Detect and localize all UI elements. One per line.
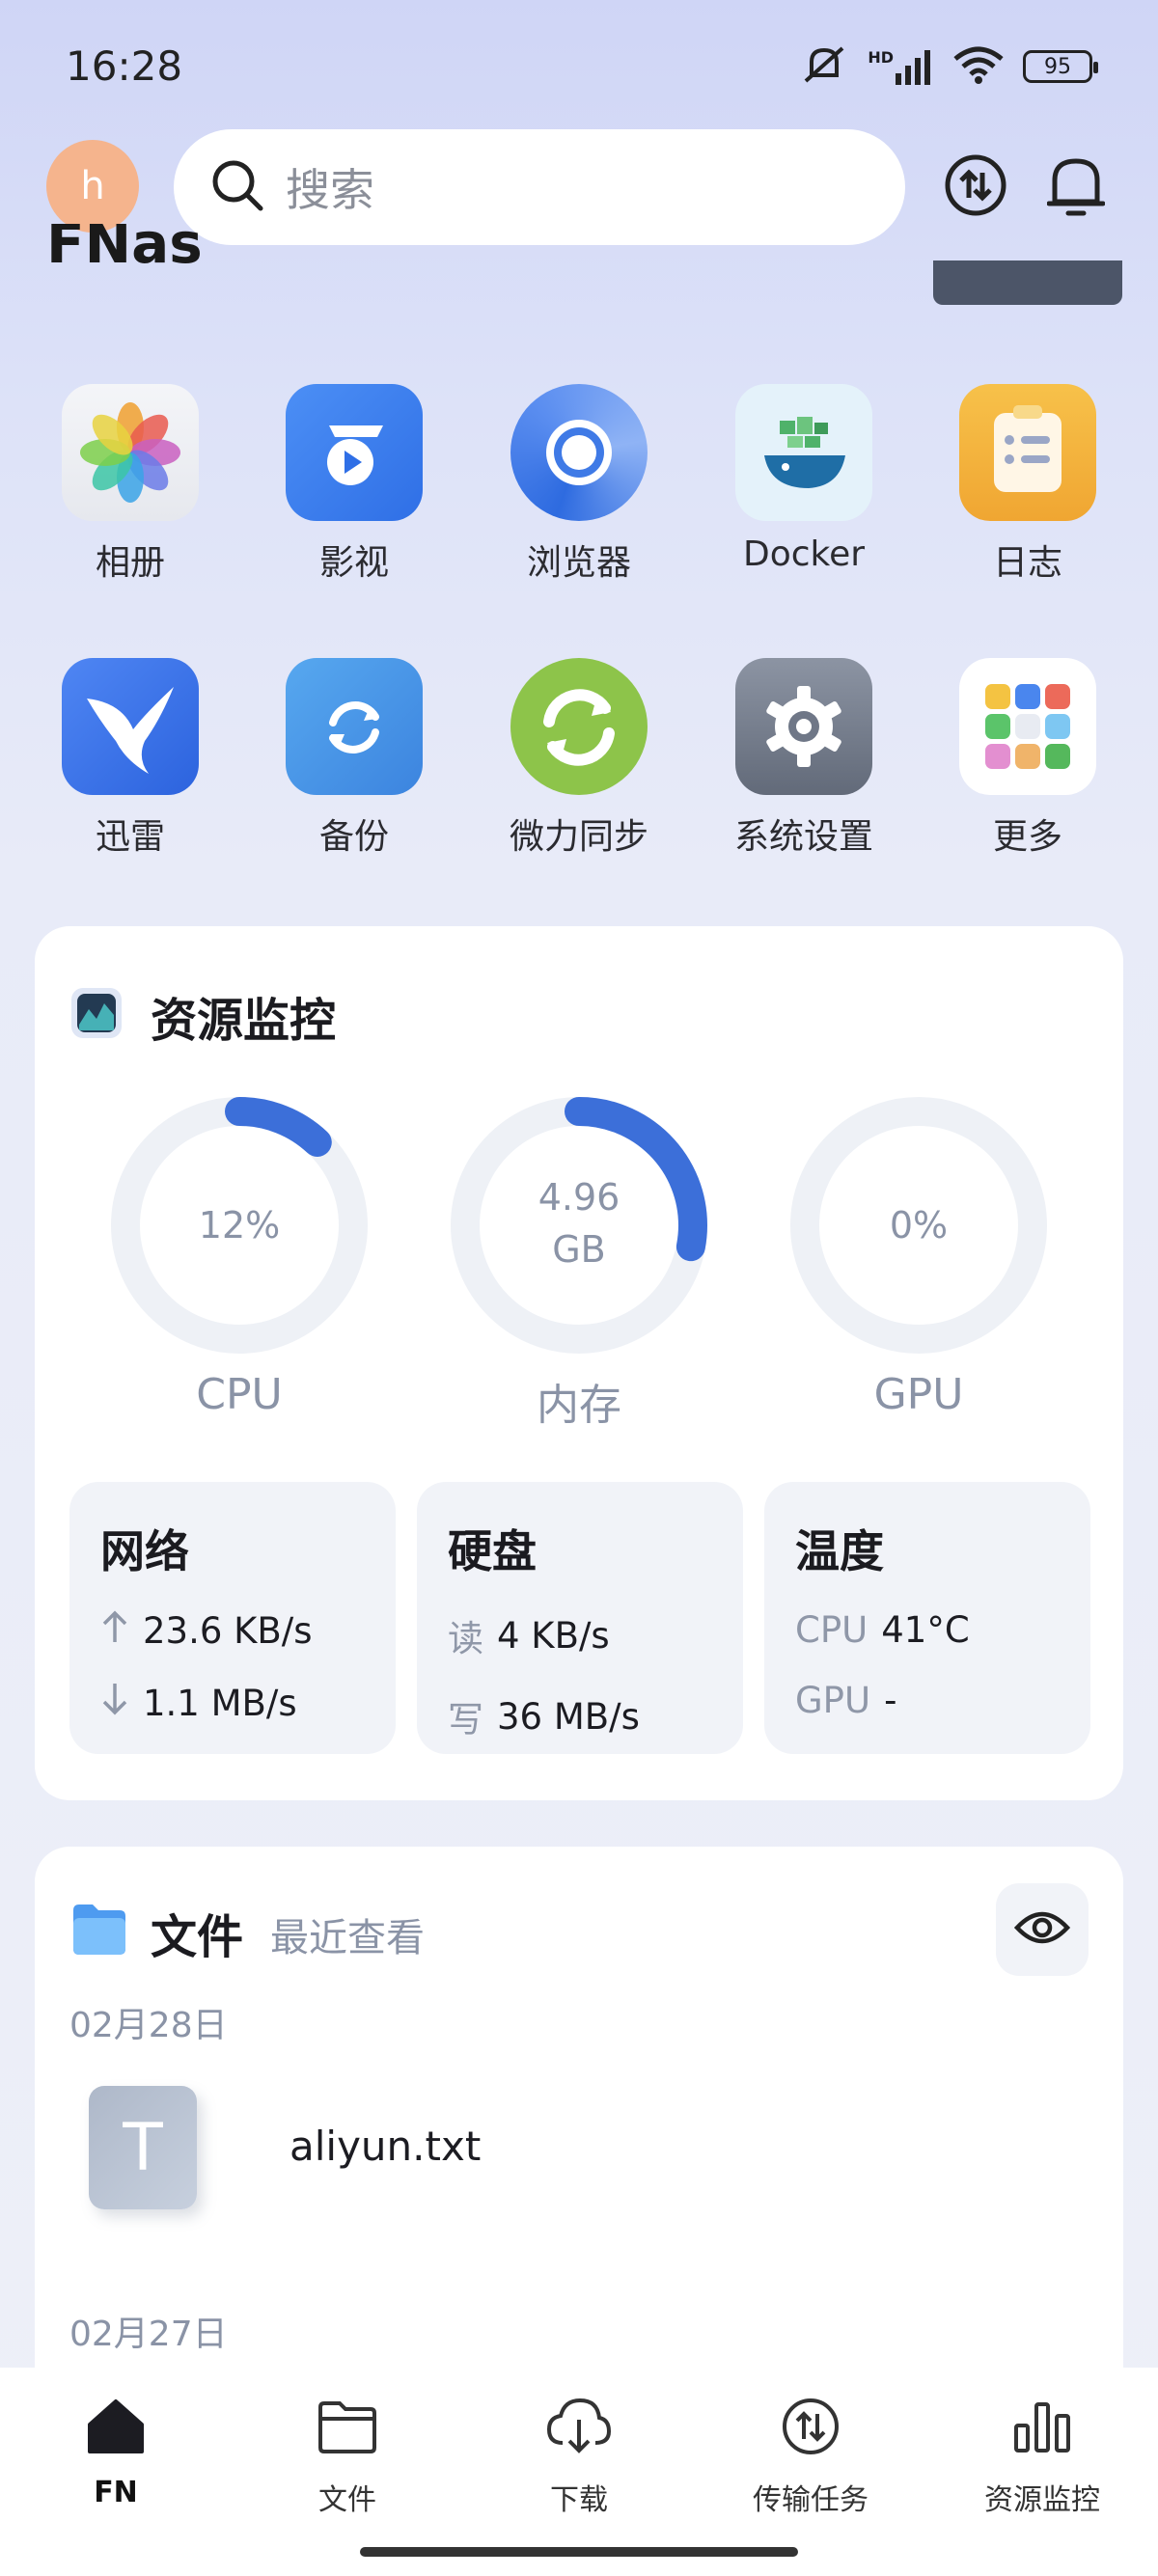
app-label: 微力同步 <box>509 817 648 857</box>
transfer-button[interactable] <box>944 152 1007 222</box>
docker-icon <box>735 384 872 521</box>
app-settings[interactable]: 系统设置 <box>717 658 891 859</box>
nav-monitor[interactable]: 资源监控 <box>926 2393 1158 2518</box>
cpu-value: 12% <box>198 1204 281 1247</box>
sync-icon <box>510 658 648 795</box>
files-card[interactable]: 文件 最近查看 02月28日 T aliyun.txt 02月27日 <box>35 1847 1123 2445</box>
temperature-title: 温度 <box>795 1525 884 1577</box>
app-label: 迅雷 <box>95 817 165 857</box>
folder-icon <box>232 2393 463 2460</box>
eye-icon <box>1013 1908 1071 1951</box>
gpu-value: 0% <box>889 1204 949 1247</box>
network-upload: 23.6 KB/s <box>100 1609 365 1653</box>
app-docker[interactable]: Docker <box>717 384 891 574</box>
thunder-icon <box>62 658 199 795</box>
mute-icon <box>800 42 848 91</box>
app-backup[interactable]: 备份 <box>267 658 441 859</box>
bottom-navigation: FN 文件 下载 传输任务 资源监控 <box>0 2368 1158 2576</box>
photos-icon <box>62 384 199 521</box>
gpu-label: GPU <box>873 1370 964 1419</box>
status-icons: HD 95 <box>800 42 1098 91</box>
nav-files[interactable]: 文件 <box>232 2393 463 2518</box>
battery-icon: 95 <box>1023 50 1098 83</box>
date-group-label: 02月27日 <box>69 2315 228 2354</box>
disk-read: 读 4 KB/s <box>448 1614 610 1660</box>
app-video[interactable]: 影视 <box>267 384 441 585</box>
video-icon <box>286 384 423 521</box>
gpu-gauge: 0% GPU <box>774 1090 1063 1419</box>
text-file-icon: T <box>89 2086 197 2209</box>
network-download: 1.1 MB/s <box>100 1682 365 1725</box>
page-title: FNas <box>46 224 203 272</box>
disk-title: 硬盘 <box>448 1525 537 1577</box>
disk-stat[interactable]: 硬盘 读 4 KB/s 写 36 MB/s <box>417 1482 743 1754</box>
app-browser[interactable]: 浏览器 <box>492 384 666 585</box>
resource-monitor-card[interactable]: 资源监控 12% CPU 4.96 GB 内存 0% GPU 网络 23.6 K… <box>35 926 1123 1800</box>
temperature-stat[interactable]: 温度 CPU 41°C GPU - <box>764 1482 1090 1754</box>
bell-icon <box>1046 153 1106 221</box>
app-sync[interactable]: 微力同步 <box>492 658 666 859</box>
wifi-icon <box>953 45 1004 88</box>
monitor-card-title: 资源监控 <box>151 994 337 1048</box>
more-icon <box>959 658 1096 795</box>
download-icon <box>463 2393 695 2460</box>
network-title: 网络 <box>100 1525 189 1577</box>
date-group-label: 02月28日 <box>69 2006 228 2045</box>
app-photos[interactable]: 相册 <box>43 384 217 585</box>
app-label: 日志 <box>992 543 1062 583</box>
monitor-card-icon <box>69 986 124 1040</box>
transfer-icon <box>695 2393 926 2460</box>
memory-label: 内存 <box>537 1381 621 1430</box>
gpu-temperature: GPU - <box>795 1680 897 1721</box>
app-label: 更多 <box>992 817 1062 857</box>
file-name: aliyun.txt <box>290 2123 482 2170</box>
notification-button[interactable] <box>1044 152 1108 222</box>
app-label: Docker <box>742 534 866 574</box>
backup-icon <box>286 658 423 795</box>
app-more[interactable]: 更多 <box>941 658 1115 859</box>
files-card-subtitle: 最近查看 <box>270 1916 425 1960</box>
cpu-gauge: 12% CPU <box>95 1090 384 1419</box>
nav-fn[interactable]: FN <box>0 2393 232 2509</box>
monitor-icon <box>926 2393 1158 2460</box>
app-label: 影视 <box>318 543 389 583</box>
settings-icon <box>735 658 872 795</box>
app-label: 浏览器 <box>526 543 631 583</box>
arrow-up-icon <box>100 1609 129 1653</box>
app-label: 相册 <box>95 543 165 583</box>
app-thunder[interactable]: 迅雷 <box>43 658 217 859</box>
app-label: 备份 <box>318 817 389 857</box>
app-log[interactable]: 日志 <box>941 384 1115 585</box>
home-icon <box>0 2393 232 2460</box>
nas-device-image <box>933 260 1122 305</box>
disk-write: 写 36 MB/s <box>448 1695 640 1741</box>
app-label: 系统设置 <box>733 817 873 857</box>
nav-transfer[interactable]: 传输任务 <box>695 2393 926 2518</box>
status-time: 16:28 <box>66 42 183 90</box>
cpu-label: CPU <box>196 1370 283 1419</box>
nav-download[interactable]: 下载 <box>463 2393 695 2518</box>
cpu-temperature: CPU 41°C <box>795 1609 970 1651</box>
memory-gauge: 4.96 GB 内存 <box>434 1090 724 1432</box>
network-stat[interactable]: 网络 23.6 KB/s 1.1 MB/s <box>69 1482 396 1754</box>
folder-card-icon <box>69 1899 129 1959</box>
search-icon <box>210 158 264 216</box>
transfer-icon <box>944 153 1007 221</box>
arrow-down-icon <box>100 1682 129 1725</box>
avatar[interactable]: h <box>46 140 139 233</box>
toggle-visibility-button[interactable] <box>996 1883 1089 1976</box>
log-icon <box>959 384 1096 521</box>
search-input[interactable]: 搜索 <box>286 155 374 219</box>
browser-icon <box>510 384 648 521</box>
home-indicator[interactable] <box>360 2547 798 2557</box>
memory-value: 4.96 GB <box>538 1176 620 1271</box>
file-list-item[interactable]: T aliyun.txt <box>69 2086 1089 2221</box>
signal-icon: HD <box>868 48 934 85</box>
files-card-title: 文件 <box>151 1910 244 1964</box>
search-bar[interactable]: 搜索 <box>174 129 905 245</box>
